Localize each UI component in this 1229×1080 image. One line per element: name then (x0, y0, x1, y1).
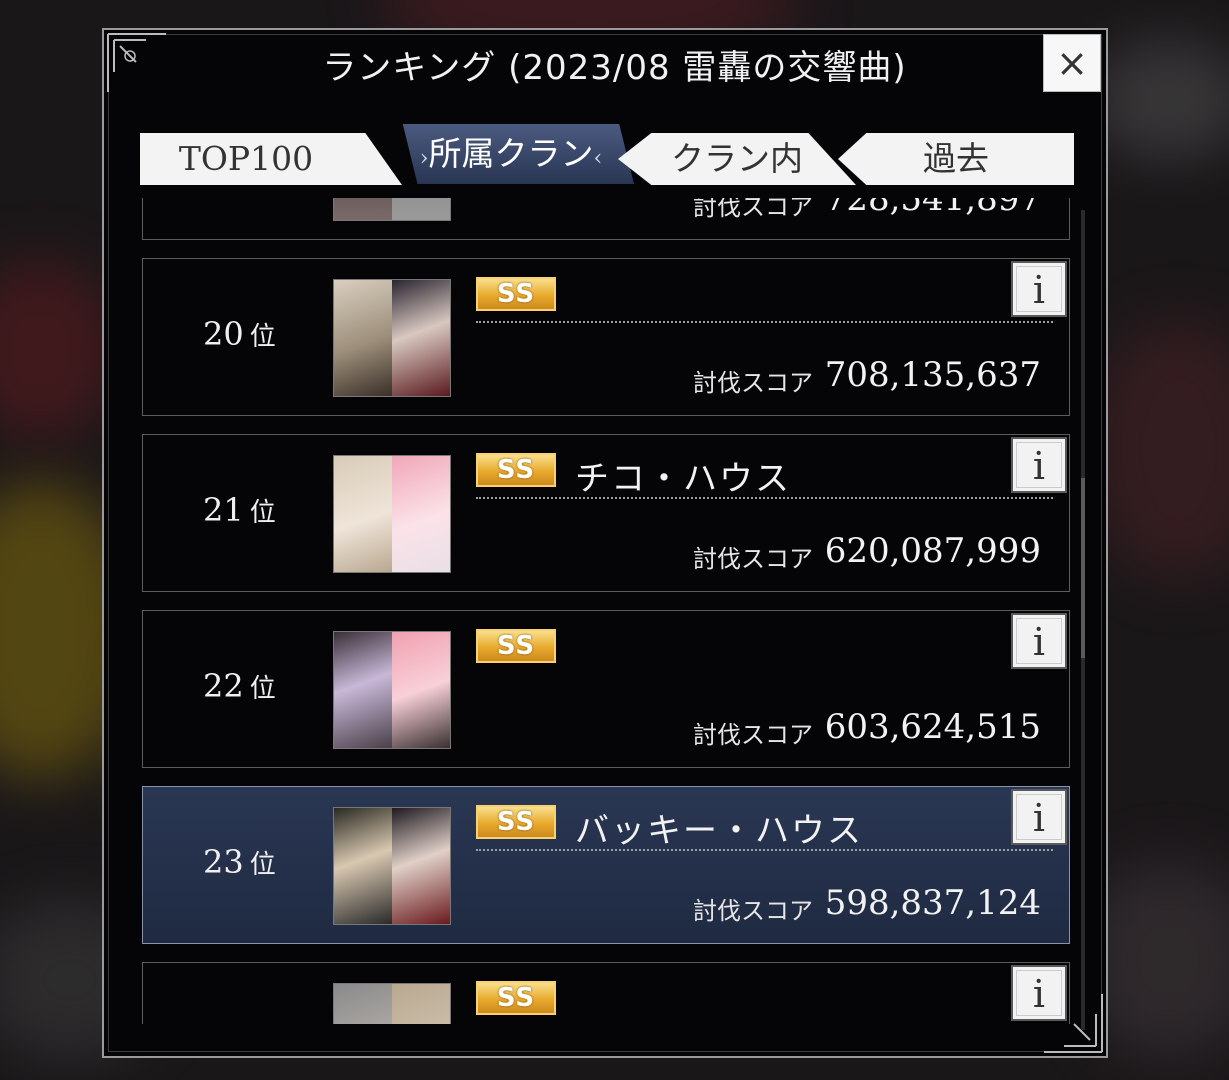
grade-badge: SS (476, 981, 556, 1015)
divider (476, 497, 1053, 499)
score-value: 708,135,637 (824, 355, 1041, 395)
score-label: 討伐スコア (693, 897, 813, 925)
score-value: 603,624,515 (824, 707, 1041, 747)
list-item-own-clan[interactable]: 23 位 SS バッキー・ハウス 討伐スコア 598,837,124 i (142, 786, 1070, 944)
avatar (333, 455, 451, 573)
tab-label: 所属クラン (428, 134, 594, 173)
scrollbar-thumb[interactable] (1081, 478, 1085, 658)
clan-name: バッキー・ハウス (575, 811, 863, 851)
rank-suffix: 位 (249, 498, 276, 528)
ranking-list[interactable]: 討伐スコア 728,541,897 20 位 SS 討伐スコア 708,135,6… (140, 198, 1072, 1024)
info-button[interactable]: i (1011, 437, 1067, 493)
tab-top100[interactable]: TOP100 (140, 133, 402, 185)
rank: 21 位 (203, 491, 276, 529)
grade-badge: SS (476, 277, 556, 311)
score-label: 討伐スコア (693, 198, 813, 221)
tab-label: 過去 (923, 139, 989, 178)
rank: 20 位 (203, 315, 276, 353)
info-button[interactable]: i (1011, 965, 1067, 1021)
rank: 22 位 (203, 667, 276, 705)
tab-label: クラン内 (671, 139, 803, 178)
avatar (333, 807, 451, 925)
tab-past[interactable]: 過去 (838, 133, 1074, 185)
score-value: 728,541,897 (824, 198, 1041, 219)
info-button[interactable]: i (1011, 613, 1067, 669)
score-label: 討伐スコア (693, 545, 813, 573)
info-button[interactable]: i (1011, 261, 1067, 317)
rank-suffix: 位 (249, 850, 276, 880)
info-button[interactable]: i (1011, 789, 1067, 845)
tab-marker-icon: ‹ (593, 146, 603, 171)
rank-number: 23 (203, 843, 244, 881)
list-item[interactable]: 21 位 SS チコ・ハウス 討伐スコア 620,087,999 i (142, 434, 1070, 592)
rank-number: 21 (203, 491, 244, 529)
list-item[interactable]: 22 位 SS 討伐スコア 603,624,515 i (142, 610, 1070, 768)
avatar (333, 983, 451, 1024)
rank: 23 位 (203, 843, 276, 881)
clan-name: チコ・ハウス (575, 459, 791, 499)
divider (476, 321, 1053, 323)
tab-own-clan[interactable]: ›所属クラン‹ (402, 124, 634, 184)
grade-badge: SS (476, 805, 556, 839)
list-item[interactable]: SS i (142, 962, 1070, 1024)
grade-badge: SS (476, 629, 556, 663)
rank-suffix: 位 (249, 674, 276, 704)
tab-label: TOP100 (178, 139, 314, 178)
avatar (333, 631, 451, 749)
score-value: 620,087,999 (824, 531, 1041, 571)
list-item[interactable]: 討伐スコア 728,541,897 (142, 198, 1070, 240)
tab-marker-icon: › (419, 146, 429, 171)
rank-number: 22 (203, 667, 244, 705)
avatar (333, 279, 451, 397)
score-value: 598,837,124 (824, 883, 1041, 923)
list-item[interactable]: 20 位 SS 討伐スコア 708,135,637 i (142, 258, 1070, 416)
scrollbar[interactable] (1081, 210, 1085, 1030)
divider (476, 849, 1053, 851)
score-label: 討伐スコア (693, 721, 813, 749)
rank-suffix: 位 (249, 322, 276, 352)
avatar (333, 198, 451, 221)
grade-badge: SS (476, 453, 556, 487)
rank-number: 20 (203, 315, 244, 353)
close-button[interactable]: × (1043, 34, 1101, 92)
score-label: 討伐スコア (693, 369, 813, 397)
